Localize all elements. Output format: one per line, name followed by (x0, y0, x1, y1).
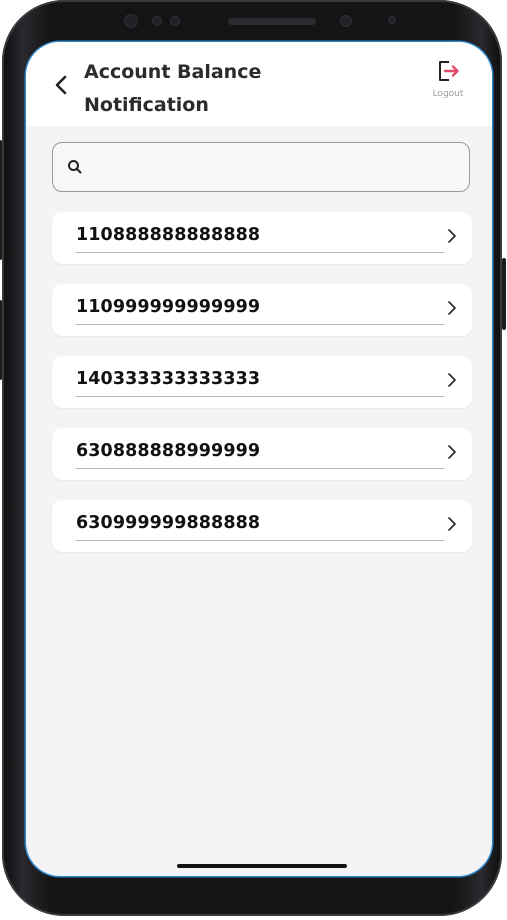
app-screen: Account Balance Notification Logout 1108… (26, 42, 492, 876)
account-number: 630999999888888 (76, 513, 261, 533)
chevron-right-icon (448, 445, 456, 459)
divider (76, 324, 444, 325)
account-number: 110999999999999 (76, 297, 261, 317)
search-input[interactable] (93, 143, 467, 193)
chevron-right-icon (448, 517, 456, 531)
page-title-line2: Notification (84, 94, 209, 116)
phone-frame: Account Balance Notification Logout 1108… (0, 0, 506, 916)
side-button (502, 258, 506, 330)
app-header: Account Balance Notification Logout (26, 42, 492, 126)
divider (76, 396, 444, 397)
divider (76, 252, 444, 253)
sensor-dot (388, 16, 396, 24)
chevron-right-icon (448, 229, 456, 243)
volume-button (0, 140, 2, 260)
logout-label: Logout (432, 89, 464, 99)
account-item[interactable]: 140333333333333 (52, 356, 472, 408)
account-number: 110888888888888 (76, 225, 261, 245)
logout-icon (439, 61, 459, 81)
account-item[interactable]: 630888888999999 (52, 428, 472, 480)
search-box[interactable] (52, 142, 470, 193)
page-title: Account Balance Notification (84, 56, 344, 122)
account-item[interactable]: 110999999999999 (52, 284, 472, 336)
sensor-dot (152, 16, 162, 26)
sensor-dot (340, 15, 352, 27)
divider (76, 540, 444, 541)
divider (76, 468, 444, 469)
account-item[interactable]: 630999999888888 (52, 500, 472, 552)
back-arrow-icon[interactable] (52, 74, 72, 96)
sensor-dot (170, 16, 180, 26)
search-icon (68, 160, 82, 174)
logout-button[interactable]: Logout (423, 58, 473, 108)
account-item[interactable]: 110888888888888 (52, 212, 472, 264)
account-number: 140333333333333 (76, 369, 261, 389)
speaker-grille (228, 18, 316, 25)
power-button (0, 300, 2, 380)
front-camera (124, 14, 138, 28)
chevron-right-icon (448, 301, 456, 315)
chevron-right-icon (448, 373, 456, 387)
home-indicator[interactable] (177, 864, 347, 868)
account-list: 110888888888888 110999999999999 14033333… (52, 212, 472, 572)
account-number: 630888888999999 (76, 441, 261, 461)
page-title-line1: Account Balance (84, 61, 262, 83)
